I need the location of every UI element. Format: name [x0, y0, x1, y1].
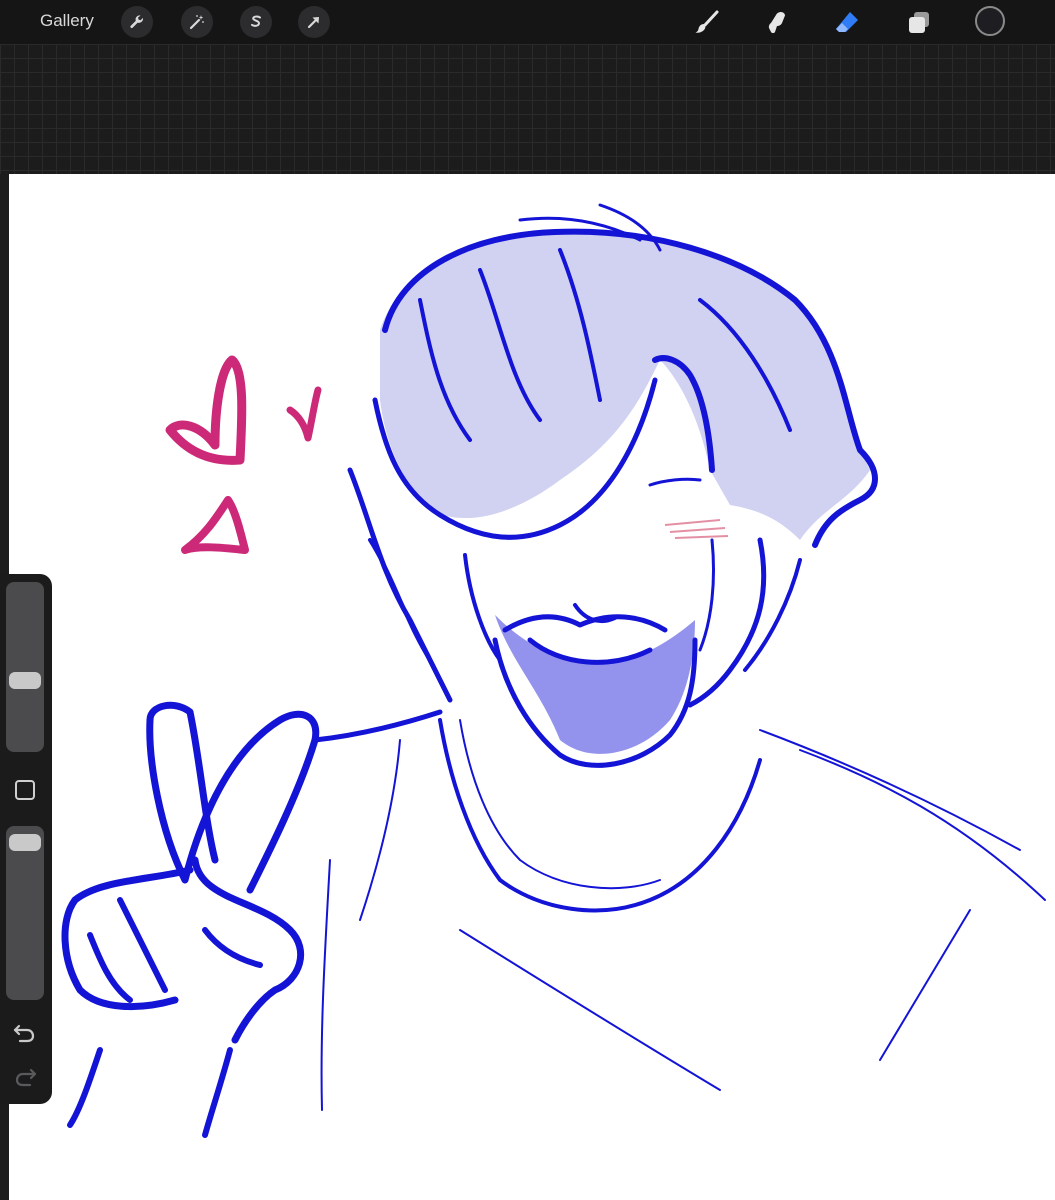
shirt-fold: [459, 929, 721, 1091]
blush-marks: [664, 519, 729, 539]
transform-button[interactable]: [298, 6, 330, 38]
layers-button[interactable]: [902, 6, 936, 40]
brush-size-thumb[interactable]: [9, 671, 41, 689]
hand-outline: [146, 710, 320, 894]
beard-fill: [495, 615, 695, 754]
wrench-icon: [130, 15, 144, 28]
layers-icon: [909, 12, 929, 33]
brush-size-slider[interactable]: [6, 582, 44, 752]
selection-s-icon: [251, 15, 261, 27]
redo-arrow-icon: [15, 1068, 37, 1087]
artwork: [61, 203, 1046, 1138]
shoulder-line: [312, 709, 443, 743]
shirt-fold: [359, 739, 401, 921]
nose: [573, 603, 617, 624]
wrist-line: [67, 1047, 103, 1128]
hand-finger-fold: [87, 932, 133, 1003]
undo-arrow-icon: [13, 1024, 35, 1043]
heart-large: [165, 355, 247, 465]
hand-outline: [146, 701, 219, 864]
selection-button[interactable]: [240, 6, 272, 38]
side-hair-stroke: [368, 538, 432, 662]
hand-finger-fold: [117, 897, 168, 993]
modify-button[interactable]: [15, 780, 35, 800]
magic-wand-icon: [189, 15, 204, 30]
redo-button[interactable]: [12, 1066, 38, 1088]
brush-icon: [695, 10, 719, 33]
adjustments-button[interactable]: [181, 6, 213, 38]
shirt-fold: [879, 909, 971, 1061]
smudge-icon: [768, 12, 785, 34]
drawing-canvas[interactable]: [9, 174, 1055, 1200]
workspace-backdrop: [0, 44, 1055, 174]
side-hair-stroke: [687, 537, 767, 708]
opacity-slider[interactable]: [6, 826, 44, 1000]
mustache: [502, 614, 668, 633]
hair-fill: [380, 229, 870, 540]
eraser-icon: [836, 12, 858, 32]
hand-finger-fold: [202, 927, 263, 968]
color-picker-button[interactable]: [975, 6, 1005, 36]
heart-medium: [181, 496, 249, 554]
brush-tool-button[interactable]: [690, 6, 724, 40]
opacity-thumb[interactable]: [9, 834, 41, 852]
eraser-tool-button[interactable]: [830, 6, 864, 40]
shirt-fold: [320, 859, 331, 1111]
actions-button[interactable]: [121, 6, 153, 38]
move-arrow-icon: [307, 17, 319, 29]
heart-small: [286, 386, 322, 442]
hand-outline: [61, 866, 194, 1010]
smudge-tool-button[interactable]: [760, 6, 794, 40]
wrist-line: [202, 1047, 233, 1138]
left-sidebar: [0, 574, 52, 1104]
shoulder-line: [799, 749, 1046, 901]
undo-button[interactable]: [12, 1022, 38, 1044]
eye-line: [648, 477, 702, 487]
face-outline: [698, 538, 715, 652]
side-hair-stroke: [743, 558, 802, 672]
top-toolbar: Gallery: [0, 0, 1055, 44]
gallery-button[interactable]: Gallery: [40, 11, 94, 31]
